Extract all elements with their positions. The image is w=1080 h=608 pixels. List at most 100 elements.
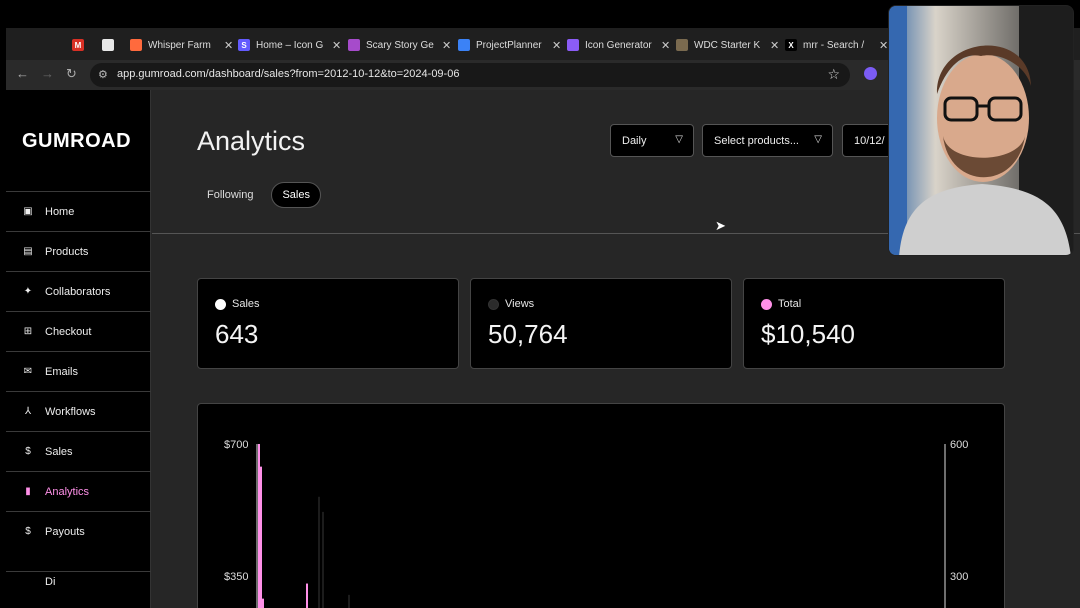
sidebar-item-label: Emails	[45, 365, 79, 378]
sidebar-item-label: Analytics	[45, 485, 90, 498]
tab-title: Icon Generator	[585, 39, 652, 51]
rocket-icon	[130, 39, 142, 51]
extension-icon[interactable]	[864, 67, 877, 80]
sidebar-item-label: Collaborators	[45, 285, 111, 298]
stat-label: Total	[778, 298, 802, 310]
sidebar-item-label: Workflows	[45, 405, 96, 418]
legend-dot-icon	[215, 299, 226, 310]
browser-tab[interactable]	[102, 36, 120, 54]
address-bar[interactable]: ⚙ app.gumroad.com/dashboard/sales?from=2…	[90, 63, 850, 87]
presenter-video-icon	[889, 6, 1073, 255]
sidebar-item-sales[interactable]: $ Sales	[6, 431, 151, 471]
sales-bar	[258, 444, 260, 608]
forward-icon[interactable]: →	[41, 66, 54, 81]
y-tick-label-left: $700	[224, 439, 248, 451]
stat-label: Views	[505, 298, 535, 310]
site-settings-icon[interactable]: ⚙	[98, 68, 108, 81]
handshake-icon: ✦	[23, 286, 33, 297]
tab-sales[interactable]: Sales	[271, 182, 321, 208]
tab-title: Scary Story Ge	[366, 39, 434, 51]
envelope-icon: ✉	[23, 366, 33, 377]
interval-value: Daily	[622, 134, 647, 147]
browser-tab[interactable]: Icon Generator ✕	[567, 36, 670, 54]
close-tab-icon[interactable]: ✕	[442, 39, 451, 52]
sidebar-item-analytics[interactable]: ▮ Analytics	[6, 471, 151, 511]
webcam-overlay	[888, 5, 1074, 256]
views-bar	[322, 511, 324, 608]
x-logo-icon: X	[785, 39, 797, 51]
interval-select[interactable]: Daily ▽	[610, 124, 694, 157]
sidebar-item-label: Products	[45, 245, 89, 258]
browser-tab[interactable]: M	[72, 36, 90, 54]
payout-icon: $	[25, 526, 31, 537]
cart-icon: ⊞	[23, 326, 33, 337]
products-select[interactable]: Select products... ▽	[702, 124, 833, 157]
browser-tab[interactable]: Whisper Farm ✕	[130, 36, 233, 54]
tab-title: Home – Icon G	[256, 39, 324, 51]
bar-chart-icon: ▮	[25, 486, 31, 497]
chart-svg: $700 $350 600 300	[224, 439, 968, 608]
sidebar-item-label: Sales	[45, 445, 73, 458]
legend-dot-icon	[488, 299, 499, 310]
legend-dot-icon	[761, 299, 772, 310]
stat-value: 50,764	[488, 319, 568, 349]
close-tab-icon[interactable]: ✕	[770, 39, 779, 52]
y-tick-label-right: 600	[950, 439, 968, 451]
back-icon[interactable]: ←	[16, 66, 29, 81]
browser-tab[interactable]: Scary Story Ge ✕	[348, 36, 451, 54]
date-range-value: 10/12/	[854, 134, 885, 147]
sales-bar	[260, 466, 262, 608]
y-tick-label-right: 300	[950, 571, 968, 583]
tab-title: ProjectPlanner	[476, 39, 542, 51]
mouse-cursor-icon: ➤	[715, 218, 726, 233]
sidebar-item-products[interactable]: ▤ Products	[6, 231, 151, 271]
stat-card-sales: Sales 643	[197, 278, 459, 369]
sidebar-nav: ▣ Home ▤ Products ✦ Collaborators ⊞ Checkout ✉ Em…	[6, 191, 151, 591]
tab-following[interactable]: Following	[197, 182, 263, 208]
close-tab-icon[interactable]: ✕	[661, 39, 670, 52]
close-tab-icon[interactable]: ✕	[332, 39, 341, 52]
dollar-circle-icon: $	[25, 446, 31, 457]
sidebar-item-label: Home	[45, 205, 75, 218]
page-title: Analytics	[197, 126, 306, 156]
views-bar	[318, 496, 320, 608]
story-icon	[348, 39, 360, 51]
stat-value: 643	[215, 319, 259, 349]
stat-label: Sales	[232, 298, 260, 310]
store-icon: ▣	[23, 206, 33, 217]
close-tab-icon[interactable]: ✕	[879, 39, 888, 52]
sidebar-item-payouts[interactable]: $ Payouts	[6, 511, 151, 551]
views-bar	[348, 594, 350, 608]
planner-icon	[458, 39, 470, 51]
gumroad-logo[interactable]: GUMROAD	[22, 130, 131, 153]
browser-tab[interactable]: S Home – Icon G ✕	[238, 36, 341, 54]
sidebar-item-collaborators[interactable]: ✦ Collaborators	[6, 271, 151, 311]
stat-card-total: Total $10,540	[743, 278, 1005, 369]
sidebar-item-home[interactable]: ▣ Home	[6, 191, 151, 231]
browser-tab[interactable]: Xmrr - Search / ✕	[785, 36, 888, 54]
archive-icon: ▤	[23, 246, 33, 257]
bookmark-star-icon[interactable]: ☆	[827, 66, 840, 83]
tab-title: Whisper Farm	[148, 39, 211, 51]
sidebar-item-partial[interactable]: Di	[6, 571, 151, 591]
reload-icon[interactable]: ↻	[66, 66, 77, 82]
browser-tab[interactable]: WDC Starter K ✕	[676, 36, 779, 54]
gmail-icon: M	[72, 39, 84, 51]
tab-title: mrr - Search /	[803, 39, 865, 51]
blank-tab-icon	[102, 39, 114, 51]
workflow-icon: ⅄	[24, 406, 32, 417]
close-tab-icon[interactable]: ✕	[552, 39, 561, 52]
sales-bar	[262, 598, 264, 608]
chevron-down-icon: ▽	[675, 134, 683, 145]
stat-card-views: Views 50,764	[470, 278, 732, 369]
sidebar-item-checkout[interactable]: ⊞ Checkout	[6, 311, 151, 351]
close-tab-icon[interactable]: ✕	[224, 39, 233, 52]
products-placeholder: Select products...	[714, 134, 799, 147]
sidebar-item-emails[interactable]: ✉ Emails	[6, 351, 151, 391]
tab-title: WDC Starter K	[694, 39, 761, 51]
stripe-icon: S	[238, 39, 250, 51]
browser-tab[interactable]: ProjectPlanner ✕	[458, 36, 561, 54]
sidebar-item-workflows[interactable]: ⅄ Workflows	[6, 391, 151, 431]
sidebar-item-label: Checkout	[45, 325, 92, 338]
url-text[interactable]: app.gumroad.com/dashboard/sales?from=201…	[117, 68, 459, 80]
